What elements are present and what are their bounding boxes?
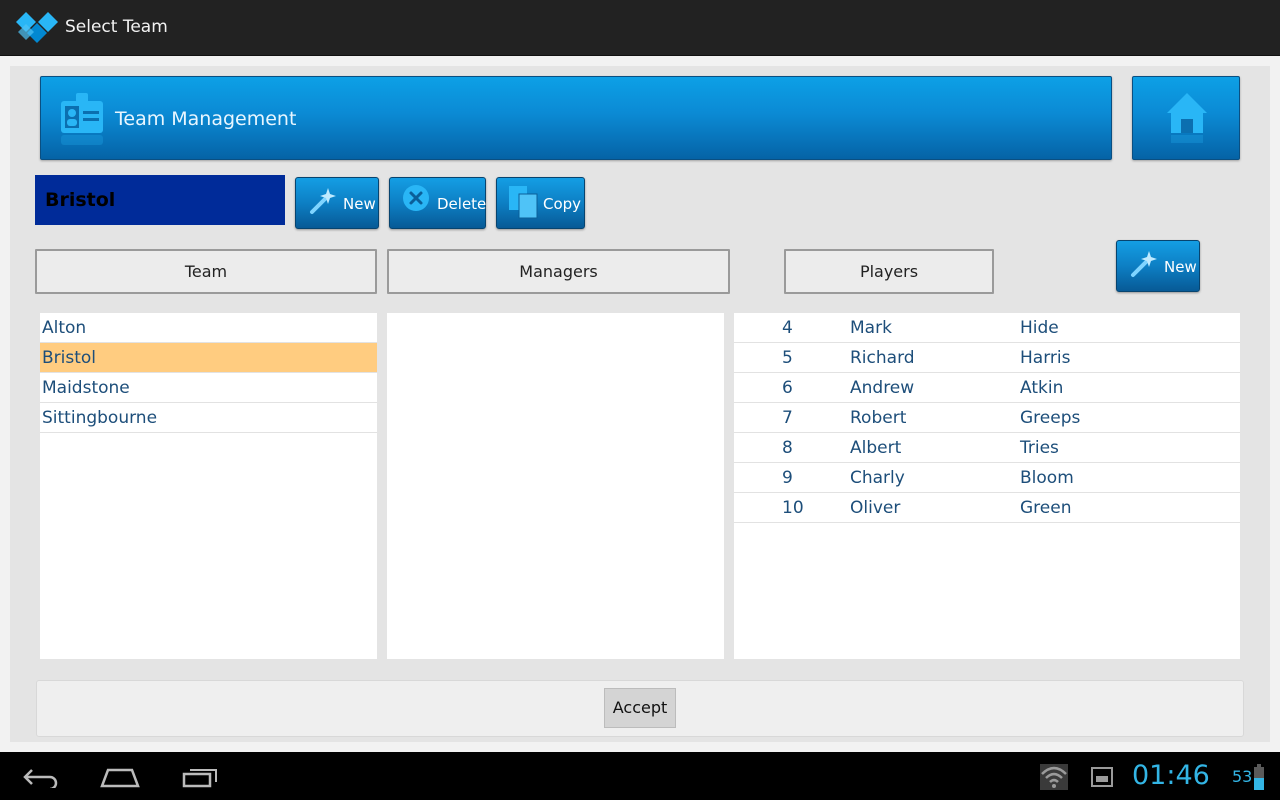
player-last-name: Atkin: [1020, 378, 1064, 398]
app-logo-icon: [16, 12, 58, 43]
home-button[interactable]: [1132, 76, 1240, 160]
app-title: Select Team: [65, 17, 168, 37]
player-row[interactable]: 6 Andrew Atkin: [734, 373, 1240, 403]
player-row[interactable]: 5 Richard Harris: [734, 343, 1240, 373]
home-icon: [1167, 93, 1207, 143]
tab-managers[interactable]: Managers: [387, 249, 730, 294]
player-first-name: Andrew: [850, 378, 915, 398]
banner-title: Team Management: [115, 108, 297, 130]
player-row[interactable]: 10 Oliver Green: [734, 493, 1240, 523]
notification-icon: [1091, 767, 1113, 787]
player-last-name: Hide: [1020, 318, 1059, 338]
magic-wand-icon: [310, 188, 336, 214]
new-team-button[interactable]: New: [295, 177, 379, 229]
team-list: Alton Bristol Maidstone Sittingbourne: [40, 313, 377, 659]
team-name: Alton: [42, 318, 87, 338]
player-row[interactable]: 9 Charly Bloom: [734, 463, 1240, 493]
player-last-name: Green: [1020, 498, 1072, 518]
new-team-label: New: [343, 195, 376, 213]
copy-icon: [509, 186, 538, 219]
new-player-button[interactable]: New: [1116, 240, 1200, 292]
tab-players[interactable]: Players: [784, 249, 994, 294]
player-first-name: Charly: [850, 468, 905, 488]
delete-team-button[interactable]: Delete: [389, 177, 486, 229]
player-last-name: Bloom: [1020, 468, 1074, 488]
player-first-name: Mark: [850, 318, 892, 338]
battery-percentage: 53: [1232, 767, 1253, 786]
player-first-name: Robert: [850, 408, 907, 428]
battery-icon: [1254, 764, 1264, 790]
team-list-item[interactable]: Maidstone: [40, 373, 377, 403]
player-number: 4: [782, 318, 793, 338]
player-row[interactable]: 4 Mark Hide: [734, 313, 1240, 343]
player-number: 10: [782, 498, 804, 518]
copy-team-button[interactable]: Copy: [496, 177, 585, 229]
id-card-icon: [61, 93, 103, 145]
recent-apps-icon[interactable]: [182, 766, 220, 788]
tab-team[interactable]: Team: [35, 249, 377, 294]
player-last-name: Greeps: [1020, 408, 1081, 428]
new-player-label: New: [1164, 258, 1197, 276]
player-number: 9: [782, 468, 793, 488]
player-first-name: Albert: [850, 438, 902, 458]
system-bar: 01:46 53: [0, 752, 1280, 800]
selected-team-name: Bristol: [45, 189, 116, 211]
team-list-item[interactable]: Bristol: [40, 343, 377, 373]
player-number: 8: [782, 438, 793, 458]
magic-wand-icon: [1131, 251, 1157, 277]
managers-list: [387, 313, 724, 659]
team-management-banner: Team Management: [40, 76, 1112, 160]
player-number: 5: [782, 348, 793, 368]
home-nav-icon[interactable]: [100, 766, 140, 788]
delete-team-label: Delete: [437, 195, 487, 213]
accept-button[interactable]: Accept: [604, 688, 676, 728]
team-list-item[interactable]: Alton: [40, 313, 377, 343]
copy-team-label: Copy: [543, 195, 582, 213]
wifi-icon: [1040, 764, 1068, 790]
player-last-name: Harris: [1020, 348, 1071, 368]
player-row[interactable]: 7 Robert Greeps: [734, 403, 1240, 433]
team-name: Bristol: [42, 348, 97, 368]
player-row[interactable]: 8 Albert Tries: [734, 433, 1240, 463]
player-number: 6: [782, 378, 793, 398]
delete-icon: [403, 185, 429, 211]
selected-team-field: Bristol: [35, 175, 285, 225]
team-name: Maidstone: [42, 378, 130, 398]
clock: 01:46: [1132, 760, 1210, 791]
action-bar: Select Team: [0, 0, 1280, 56]
player-first-name: Oliver: [850, 498, 901, 518]
player-number: 7: [782, 408, 793, 428]
player-first-name: Richard: [850, 348, 915, 368]
back-icon[interactable]: [22, 766, 60, 788]
players-list: 4 Mark Hide 5 Richard Harris 6 Andrew At…: [734, 313, 1240, 659]
player-last-name: Tries: [1020, 438, 1059, 458]
team-name: Sittingbourne: [42, 408, 158, 428]
team-list-item[interactable]: Sittingbourne: [40, 403, 377, 433]
